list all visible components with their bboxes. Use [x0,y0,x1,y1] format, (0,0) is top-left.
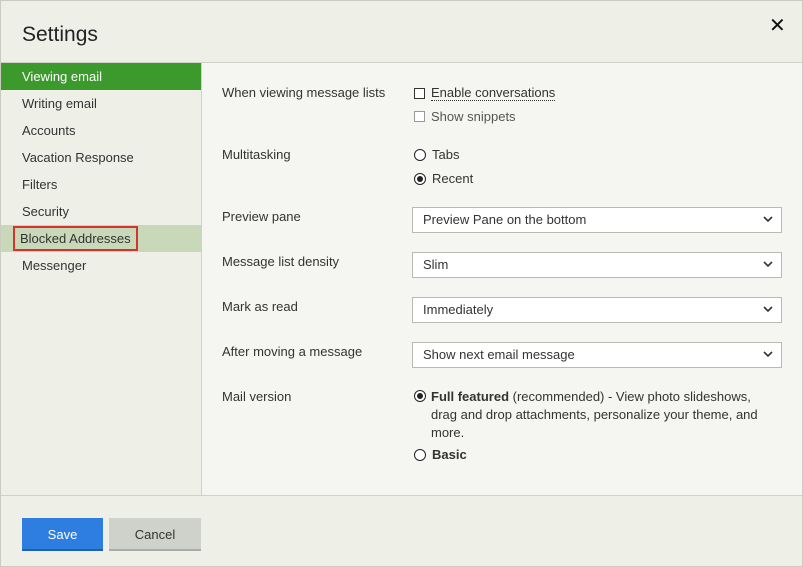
sidebar-item-label: Viewing email [22,69,102,84]
full-featured-title: Full featured [431,389,510,404]
tabs-label: Tabs [432,147,460,162]
sidebar-item-label: Security [22,204,69,219]
show-snippets-checkbox[interactable] [414,111,425,122]
close-icon[interactable]: ✕ [769,15,786,37]
basic-radio[interactable] [414,448,426,461]
multitasking-recent-option[interactable]: Recent [414,171,473,186]
sidebar-item-filters[interactable]: Filters [1,171,201,198]
density-label: Message list density [222,254,340,269]
tabs-radio[interactable] [414,148,426,161]
preview-pane-label: Preview pane [222,209,301,224]
mark-read-value: Immediately [423,302,494,317]
chevron-down-icon [763,298,773,313]
after-moving-label: After moving a message [222,344,363,359]
save-button[interactable]: Save [22,518,103,551]
chevron-down-icon [763,208,773,223]
mark-read-select[interactable]: Immediately [412,297,782,323]
footer-divider [1,495,802,496]
dialog-title: Settings [22,23,98,46]
preview-pane-select[interactable]: Preview Pane on the bottom [412,207,782,233]
sidebar-item-accounts[interactable]: Accounts [1,117,201,144]
density-select[interactable]: Slim [412,252,782,278]
message-lists-label: When viewing message lists [222,85,386,100]
chevron-down-icon [763,343,773,358]
sidebar-item-vacation-response[interactable]: Vacation Response [1,144,201,171]
multitasking-tabs-option[interactable]: Tabs [414,147,459,162]
enable-conversations-option[interactable]: Enable conversations [414,85,556,101]
sidebar-item-label: Blocked Addresses [13,226,138,251]
sidebar-item-messenger[interactable]: Messenger [1,252,201,279]
settings-sidebar: Viewing email Writing email Accounts Vac… [1,63,201,495]
enable-conversations-label: Enable conversations [431,85,556,101]
sidebar-item-label: Filters [22,177,58,192]
recent-label: Recent [432,171,474,186]
sidebar-item-writing-email[interactable]: Writing email [1,90,201,117]
mark-read-label: Mark as read [222,299,298,314]
sidebar-item-label: Messenger [22,258,87,273]
sidebar-item-label: Vacation Response [22,150,134,165]
chevron-down-icon [763,253,773,268]
multitasking-label: Multitasking [222,147,291,162]
full-featured-radio[interactable] [414,390,426,402]
density-value: Slim [423,257,449,272]
settings-dialog: Settings ✕ Viewing email Writing email A… [0,0,803,567]
recent-radio[interactable] [414,172,426,185]
show-snippets-label: Show snippets [431,109,516,124]
sidebar-item-viewing-email[interactable]: Viewing email [1,63,201,90]
after-moving-value: Show next email message [423,347,575,362]
basic-option[interactable]: Basic [414,447,467,462]
sidebar-item-label: Writing email [22,96,97,111]
after-moving-select[interactable]: Show next email message [412,342,782,368]
full-featured-description: Full featured (recommended) - View photo… [431,388,771,442]
mail-version-label: Mail version [222,389,292,404]
cancel-button[interactable]: Cancel [109,518,201,551]
sidebar-item-label: Accounts [22,123,76,138]
sidebar-item-blocked-addresses[interactable]: Blocked Addresses [1,225,201,252]
enable-conversations-checkbox[interactable] [414,87,425,99]
sidebar-item-security[interactable]: Security [1,198,201,225]
preview-pane-value: Preview Pane on the bottom [423,212,587,227]
basic-label: Basic [432,447,467,462]
show-snippets-option[interactable]: Show snippets [414,109,516,124]
